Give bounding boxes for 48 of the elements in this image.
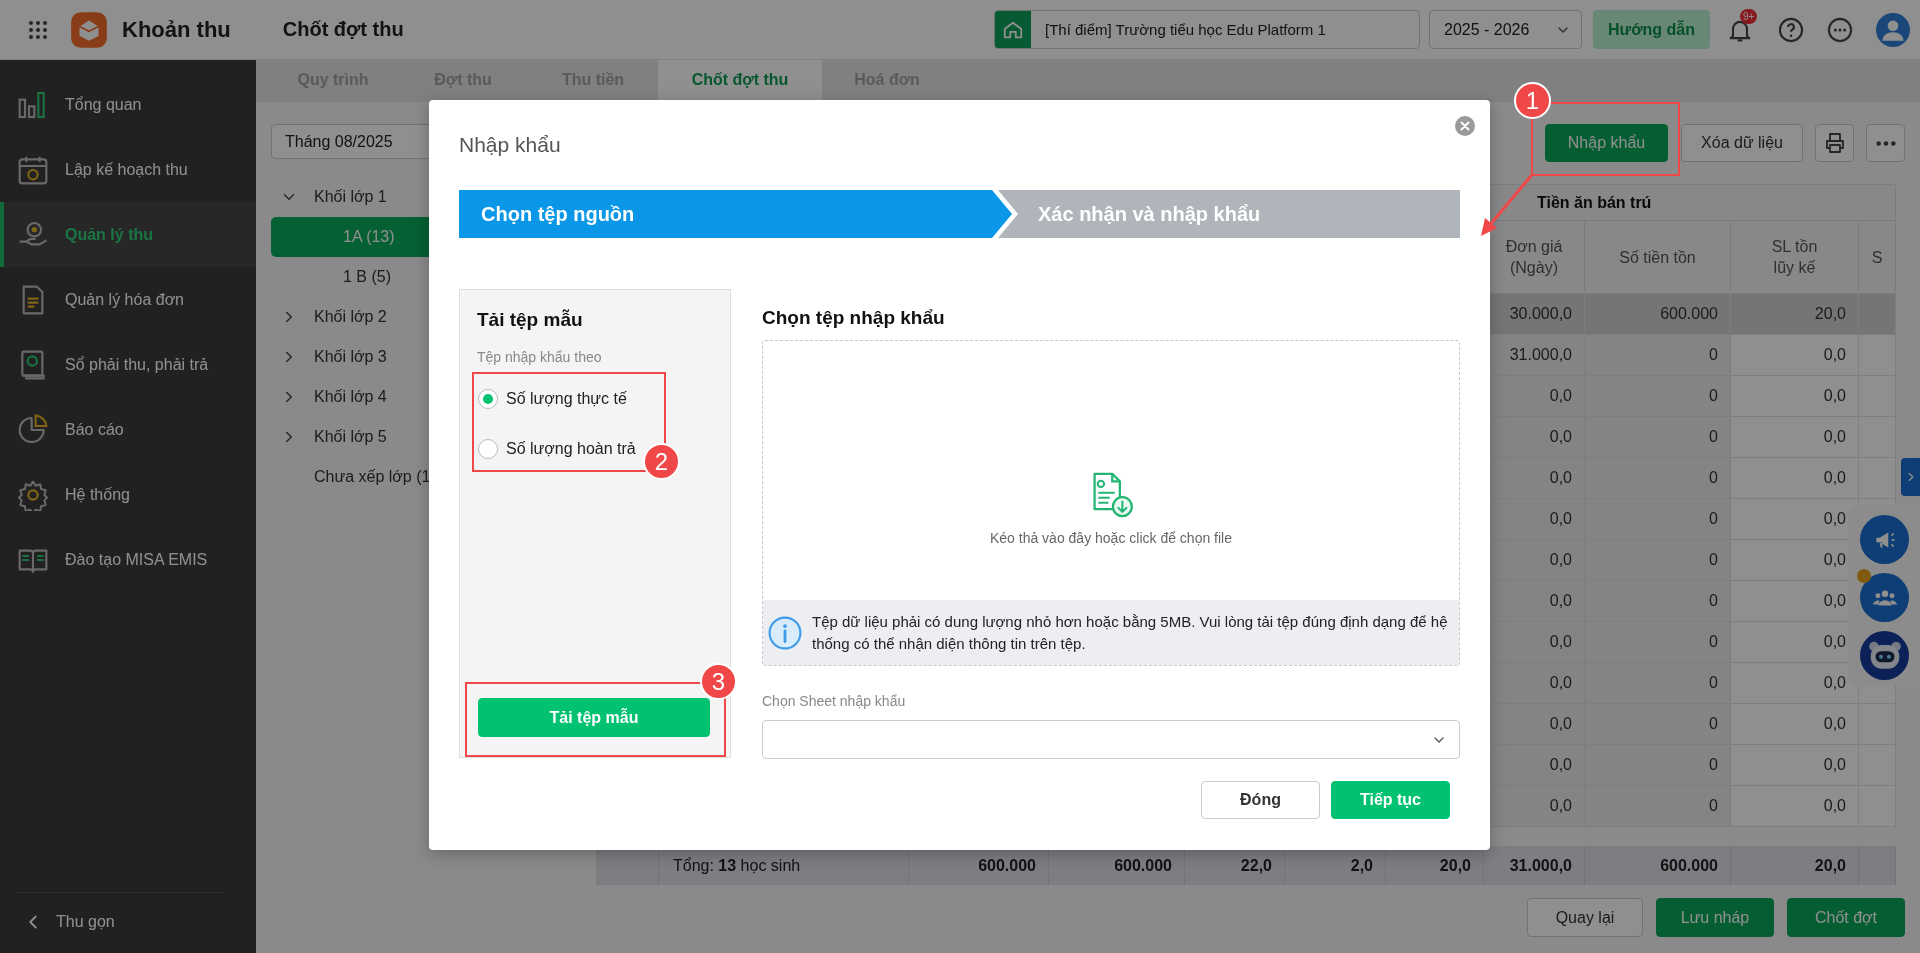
table-cell: 0 <box>1585 540 1731 581</box>
drop-hint: Kéo thả vào đây hoặc click để chọn file <box>989 530 1232 546</box>
total-cell: 20,0 <box>1731 846 1859 885</box>
step-number-badge: 2 <box>643 443 680 480</box>
table-cell: 0,0 <box>1731 417 1859 458</box>
year-value: 2025 - 2026 <box>1444 20 1530 39</box>
table-cell: 0 <box>1585 786 1731 827</box>
sidebar-item-label: Báo cáo <box>65 420 124 439</box>
page-title: Chốt đợt thu <box>282 18 404 41</box>
total-cell: 31.000,0 <box>1484 846 1585 885</box>
table-cell: 600.000 <box>1585 294 1731 335</box>
dialog-title: Nhập khẩu <box>459 133 562 157</box>
sidebar-item-label: Lập kế hoạch thu <box>65 160 188 179</box>
table-cell: 0,0 <box>1731 458 1859 499</box>
table-cell: 0 <box>1585 581 1731 622</box>
app-name: Khoản thu <box>122 16 231 43</box>
table-cell: 0 <box>1585 499 1731 540</box>
table-cell: 0 <box>1585 704 1731 745</box>
column-header: SL tồn lũy kế <box>1731 221 1859 294</box>
total-cell: 600.000 <box>1585 846 1731 885</box>
school-name: [Thí điểm] Trường tiểu học Edu Platform 1 <box>1044 21 1326 38</box>
notification-badge: 9+ <box>1740 8 1758 24</box>
table-cell: 0 <box>1585 417 1731 458</box>
table-cell: 0 <box>1585 622 1731 663</box>
field-label: Tệp nhập khẩu theo <box>477 349 603 365</box>
panel-title: Tải tệp mẫu <box>477 309 584 331</box>
step-number-badge: 3 <box>700 663 737 700</box>
info-text: Tệp dữ liệu phải có dung lượng nhỏ hơn hoặc bằng 5MB. Vui lòng tải tệp đúng định dạng để hệ thống có thể nhận diện thông tin trên tệp. <box>812 611 1449 654</box>
table-cell: 0 <box>1585 458 1731 499</box>
column-header: S <box>1859 221 1896 294</box>
sidebar-item-label: Hệ thống <box>65 485 130 504</box>
table-cell: 0,0 <box>1731 376 1859 417</box>
sidebar-item-label: Quản lý thu <box>65 225 153 244</box>
sidebar-item-label: Quản lý hóa đơn <box>65 290 184 309</box>
table-cell: 0 <box>1585 745 1731 786</box>
table-cell: 20,0 <box>1731 294 1859 335</box>
field-label: Chọn Sheet nhập khẩu <box>762 693 907 709</box>
table-cell: 0 <box>1585 376 1731 417</box>
sidebar-item-label: Đào tạo MISA EMIS <box>65 550 208 569</box>
section-title: Chọn tệp nhập khẩu <box>762 307 946 329</box>
sidebar-item-label: Sổ phải thu, phải trả <box>65 355 209 374</box>
table-cell: 0,0 <box>1731 335 1859 376</box>
table-cell: 0 <box>1585 663 1731 704</box>
column-header: Số tiền tồn <box>1585 221 1731 294</box>
table-cell: 0,0 <box>1731 704 1859 745</box>
table-cell: 0,0 <box>1731 745 1859 786</box>
sidebar-item-label: Tổng quan <box>65 95 142 114</box>
table-cell: 0 <box>1585 335 1731 376</box>
